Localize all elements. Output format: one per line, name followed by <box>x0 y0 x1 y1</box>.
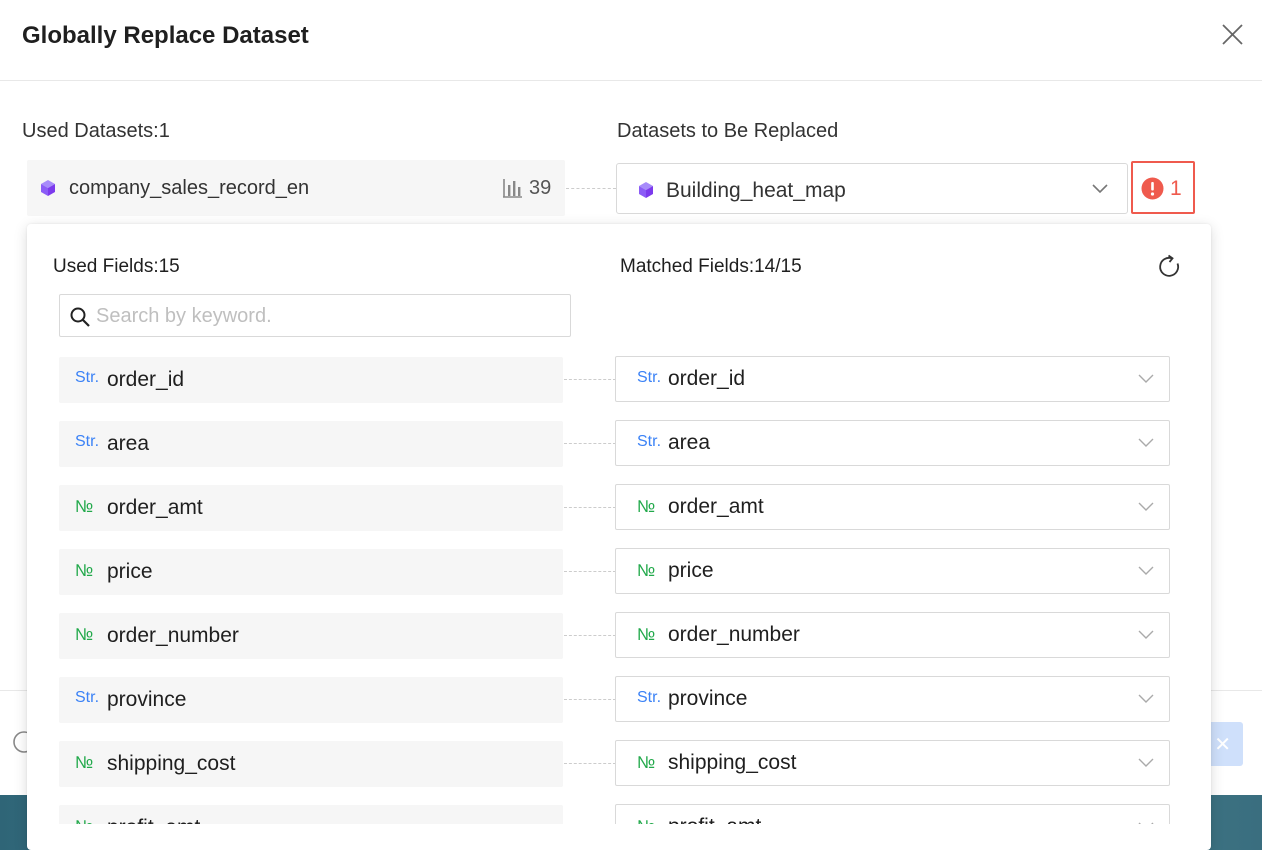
warning-icon <box>1141 177 1164 200</box>
field-type-tag: № <box>637 817 655 824</box>
dataset-cube-icon <box>639 182 653 198</box>
field-mapping-row: № order_number № order_number <box>27 612 1211 659</box>
unmatched-warning[interactable]: 1 <box>1131 161 1195 214</box>
field-type-tag: № <box>637 497 656 516</box>
field-type-tag: № <box>637 561 656 580</box>
chevron-down-icon <box>1138 758 1154 767</box>
field-type-tag: № <box>75 625 94 644</box>
field-mapping-row: № profit_amt № profit_amt <box>27 804 1211 824</box>
target-field-name: shipping_cost <box>668 751 797 774</box>
field-connector <box>564 379 616 380</box>
source-field-name: order_amt <box>107 496 203 519</box>
field-type-tag: № <box>637 625 656 644</box>
target-field-select[interactable]: № order_amt <box>615 484 1170 530</box>
target-field-name: order_number <box>668 623 800 646</box>
target-field-select[interactable]: Str. province <box>615 676 1170 722</box>
dialog-header: Globally Replace Dataset <box>0 0 1262 81</box>
chevron-down-icon <box>1138 566 1154 575</box>
field-connector <box>564 763 616 764</box>
dialog-title: Globally Replace Dataset <box>22 22 309 49</box>
source-field-name: price <box>107 560 153 583</box>
target-field-select[interactable]: № shipping_cost <box>615 740 1170 786</box>
field-connector <box>564 571 616 572</box>
target-field-name: area <box>668 431 711 454</box>
dataset-connector <box>566 188 616 189</box>
selected-dataset-name: Building_heat_map <box>666 179 846 202</box>
field-type-tag: Str. <box>75 689 100 706</box>
dataset-cube-icon <box>41 180 55 196</box>
field-mapping-row: Str. province Str. province <box>27 676 1211 723</box>
field-connector <box>564 507 616 508</box>
field-type-tag: Str. <box>75 433 100 450</box>
field-type-tag: Str. <box>637 689 662 706</box>
chevron-down-icon <box>1138 822 1154 824</box>
source-field: № price <box>59 549 563 595</box>
used-dataset-name: company_sales_record_en <box>69 177 310 199</box>
field-mapping-list: Str. order_id Str. order_id Str. area Str. area… <box>27 224 1211 824</box>
chevron-down-icon <box>1138 502 1154 511</box>
source-field-name: profit_amt <box>107 816 200 824</box>
used-dataset-item: company_sales_record_en 39 <box>27 160 565 216</box>
target-field-select[interactable]: № price <box>615 548 1170 594</box>
target-field-select[interactable]: № profit_amt <box>615 804 1170 824</box>
target-field-select[interactable]: Str. area <box>615 420 1170 466</box>
close-button[interactable] <box>1218 20 1248 50</box>
field-connector <box>564 635 616 636</box>
source-field: № order_number <box>59 613 563 659</box>
datasets-to-replace-label: Datasets to Be Replaced <box>617 120 839 142</box>
confirm-icon: ✕ <box>1214 734 1231 756</box>
field-mapping-row: № price № price <box>27 548 1211 595</box>
field-type-tag: № <box>75 753 94 772</box>
chevron-down-icon <box>1092 184 1108 194</box>
field-type-tag: № <box>75 561 94 580</box>
source-field: № order_amt <box>59 485 563 531</box>
target-field-select[interactable]: № order_number <box>615 612 1170 658</box>
field-type-tag: № <box>75 497 94 516</box>
source-field: № profit_amt <box>59 805 563 824</box>
source-field: Str. area <box>59 421 563 467</box>
field-mapping-row: Str. order_id Str. order_id <box>27 356 1211 403</box>
replace-dataset-select[interactable]: Building_heat_map <box>616 163 1128 214</box>
chevron-down-icon <box>1138 438 1154 447</box>
used-datasets-label: Used Datasets:1 <box>22 120 170 142</box>
source-field: Str. province <box>59 677 563 723</box>
field-mapping-row: Str. area Str. area <box>27 420 1211 467</box>
source-field: Str. order_id <box>59 357 563 403</box>
field-type-tag: Str. <box>637 433 662 450</box>
field-connector <box>564 443 616 444</box>
field-type-tag: № <box>637 753 656 772</box>
source-field: № shipping_cost <box>59 741 563 787</box>
target-field-select[interactable]: Str. order_id <box>615 356 1170 402</box>
field-type-tag: Str. <box>637 369 662 386</box>
field-mapping-row: № order_amt № order_amt <box>27 484 1211 531</box>
target-field-name: profit_amt <box>668 815 761 824</box>
target-field-name: order_id <box>668 367 746 390</box>
close-icon <box>1222 24 1243 45</box>
field-connector <box>564 699 616 700</box>
field-mapping-row: № shipping_cost № shipping_cost <box>27 740 1211 787</box>
chevron-down-icon <box>1138 630 1154 639</box>
source-field-name: shipping_cost <box>107 752 236 775</box>
field-type-tag: Str. <box>75 369 100 386</box>
field-type-tag: № <box>75 817 93 824</box>
chevron-down-icon <box>1138 374 1154 383</box>
field-mapping-panel: Used Fields:15 Matched Fields:14/15 Str.… <box>27 224 1211 850</box>
target-field-name: price <box>668 559 714 582</box>
target-field-name: province <box>668 687 748 710</box>
bar-chart-icon <box>503 179 522 198</box>
chevron-down-icon <box>1138 694 1154 703</box>
source-field-name: area <box>107 432 150 455</box>
source-field-name: order_id <box>107 368 185 391</box>
source-field-name: province <box>107 688 187 711</box>
source-field-name: order_number <box>107 624 239 647</box>
usage-count: 39 <box>529 177 552 199</box>
target-field-name: order_amt <box>668 495 764 518</box>
warning-count: 1 <box>1170 177 1182 200</box>
